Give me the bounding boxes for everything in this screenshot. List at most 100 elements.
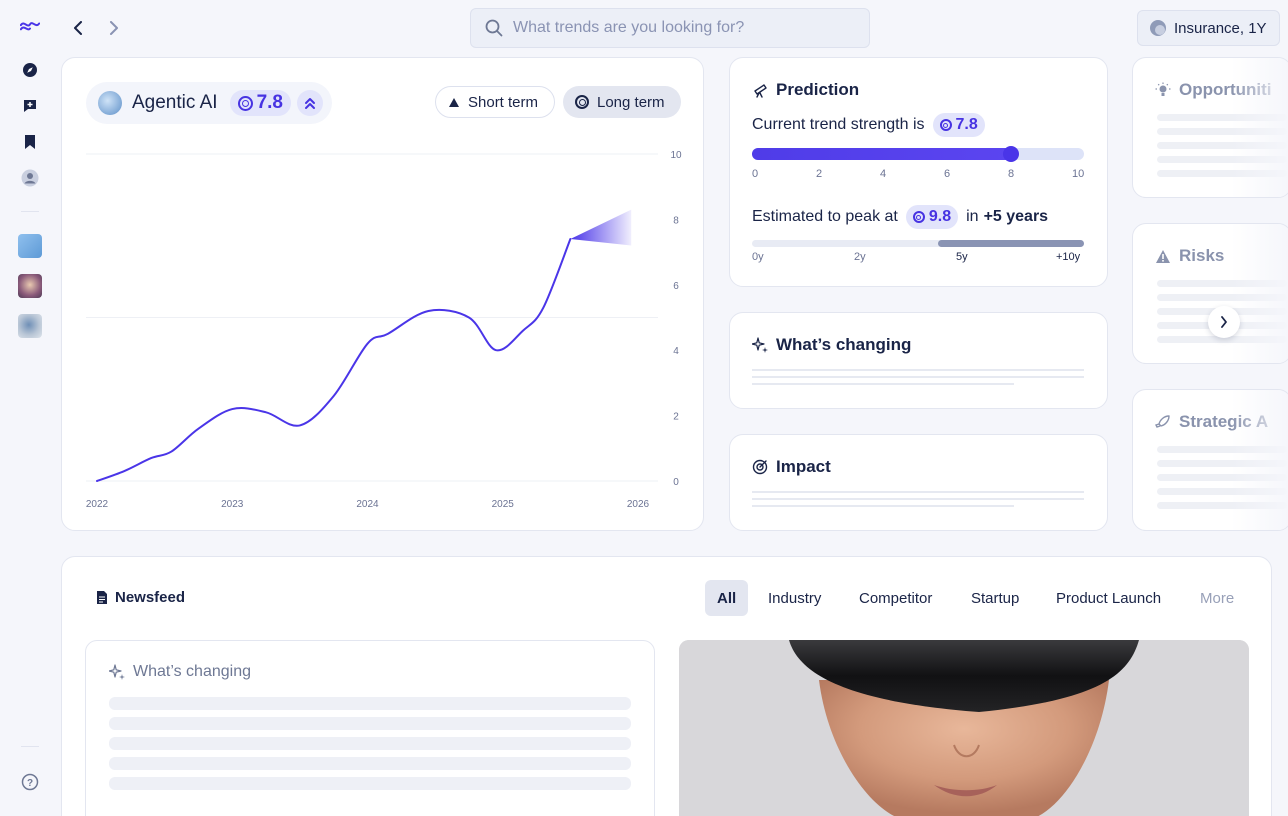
- prediction-title-row: Prediction: [752, 80, 859, 100]
- sparkle-icon: [109, 664, 125, 680]
- telescope-icon: [752, 82, 768, 98]
- news-card-title-row: What’s changing: [109, 663, 251, 681]
- peak-when: +5 years: [983, 208, 1049, 225]
- risks-title: Risks: [1179, 246, 1225, 265]
- peak-in: in: [966, 208, 979, 225]
- search-input[interactable]: [513, 19, 853, 37]
- strength-line: Current trend strength is 7.8: [752, 113, 993, 137]
- peak-line: Estimated to peak at 9.8 in +5 years: [752, 205, 1048, 229]
- tab-competitor[interactable]: Competitor: [847, 580, 944, 616]
- profile-icon[interactable]: [20, 168, 40, 188]
- chevron-right-icon: [110, 21, 118, 35]
- bookmark-icon[interactable]: [20, 132, 40, 152]
- strength-badge: 7.8: [932, 113, 985, 137]
- tab-all[interactable]: All: [705, 580, 749, 616]
- sidebar-divider: [21, 211, 39, 212]
- skeleton-line: [109, 717, 631, 730]
- opportunities-card[interactable]: Opportuniti: [1132, 57, 1288, 198]
- news-image[interactable]: [679, 640, 1249, 816]
- search-bar[interactable]: [470, 8, 870, 48]
- strategic-card[interactable]: Strategic A: [1132, 389, 1288, 531]
- strength-tick-label: 0: [752, 168, 759, 180]
- tab-industry[interactable]: Industry: [756, 580, 833, 616]
- skeleton-line: [109, 757, 631, 770]
- fade-overlay: [1231, 390, 1288, 530]
- impact-title-row: Impact: [752, 457, 831, 477]
- peak-tick-2y: 2y: [854, 251, 866, 263]
- x-tick-label: 2023: [221, 499, 244, 510]
- chevron-left-icon: [74, 21, 82, 35]
- forward-button[interactable]: [104, 18, 124, 38]
- fade-overlay: [1231, 58, 1288, 197]
- context-selector[interactable]: Insurance, 1Y: [1137, 10, 1280, 46]
- tab-product-launch[interactable]: Product Launch: [1044, 580, 1173, 616]
- trend-thumb-2[interactable]: [18, 274, 42, 298]
- trend-line-chart: 10 8 6 4 2 0 2022 2023 2024 2025 2026: [86, 150, 682, 510]
- peak-tick-10y: +10y: [1056, 251, 1081, 263]
- y-tick-label: 0: [673, 477, 679, 488]
- skeleton-line: [752, 383, 1014, 385]
- skeleton-line: [752, 505, 1014, 507]
- strength-bar: [752, 146, 1084, 162]
- help-icon[interactable]: ?: [20, 772, 40, 792]
- target-arrow-icon: [752, 459, 768, 475]
- carousel-next-button[interactable]: [1208, 306, 1240, 338]
- y-tick-label: 6: [673, 281, 679, 292]
- y-tick-label: 10: [670, 150, 682, 161]
- warning-icon: [1156, 249, 1170, 263]
- risks-card[interactable]: Risks: [1132, 223, 1288, 364]
- strength-tick-label: 8: [1008, 168, 1015, 180]
- risks-title-row: Risks: [1155, 246, 1224, 266]
- target-icon: [939, 119, 952, 131]
- sidebar-divider-bottom: [21, 746, 39, 747]
- x-tick-label: 2024: [356, 499, 379, 510]
- trend-series-line: [96, 238, 572, 482]
- skeleton-line: [109, 697, 631, 710]
- sidebar: ?: [0, 0, 60, 816]
- strength-bar-fill: [752, 148, 1011, 160]
- prediction-title: Prediction: [776, 80, 860, 99]
- whats-changing-title: What’s changing: [776, 335, 912, 354]
- peak-badge: 9.8: [905, 205, 959, 229]
- trend-thumb-3[interactable]: [18, 314, 42, 338]
- sparkle-icon: [752, 337, 768, 353]
- compass-icon[interactable]: [20, 60, 40, 80]
- strength-tick-label: 4: [880, 168, 887, 180]
- newsfeed-title: Newsfeed: [115, 589, 186, 606]
- tab-startup[interactable]: Startup: [959, 580, 1031, 616]
- peak-timeline-segment: [938, 240, 1084, 247]
- trend-thumb-1[interactable]: [18, 234, 42, 258]
- skeleton-line: [109, 737, 631, 750]
- peak-tick-5y: 5y: [956, 251, 968, 263]
- svg-text:?: ?: [27, 778, 33, 789]
- back-button[interactable]: [68, 18, 88, 38]
- strength-value: 7.8: [955, 116, 978, 133]
- tab-more[interactable]: More: [1188, 580, 1246, 616]
- chat-add-icon[interactable]: [20, 96, 40, 116]
- y-tick-label: 4: [673, 346, 679, 357]
- search-icon: [485, 19, 503, 37]
- peak-tick-0y: 0y: [752, 251, 764, 263]
- news-card[interactable]: What’s changing: [85, 640, 655, 816]
- whats-changing-title-row: What’s changing: [752, 335, 911, 355]
- y-tick-label: 8: [673, 215, 679, 226]
- impact-card[interactable]: Impact: [729, 434, 1108, 531]
- newsfeed-title-row: Newsfeed: [96, 589, 185, 606]
- peak-prefix: Estimated to peak at: [752, 208, 898, 225]
- document-icon: [97, 591, 107, 604]
- newsfeed-panel: Newsfeed All Industry Competitor Startup…: [61, 556, 1272, 816]
- chevron-right-icon: [1221, 316, 1227, 328]
- logo-icon[interactable]: [20, 16, 40, 36]
- news-card-title: What’s changing: [133, 663, 251, 680]
- x-tick-label: 2025: [492, 499, 515, 510]
- skeleton-line: [752, 369, 1084, 371]
- whats-changing-card[interactable]: What’s changing: [729, 312, 1108, 409]
- x-tick-label: 2022: [86, 499, 109, 510]
- x-tick-label: 2026: [627, 499, 650, 510]
- rocket-icon: [1155, 415, 1170, 428]
- skeleton-line: [752, 498, 1084, 500]
- target-icon: [912, 211, 925, 223]
- strength-prefix: Current trend strength is: [752, 116, 925, 133]
- trend-projection-cone: [570, 209, 632, 246]
- skeleton-line: [752, 376, 1084, 378]
